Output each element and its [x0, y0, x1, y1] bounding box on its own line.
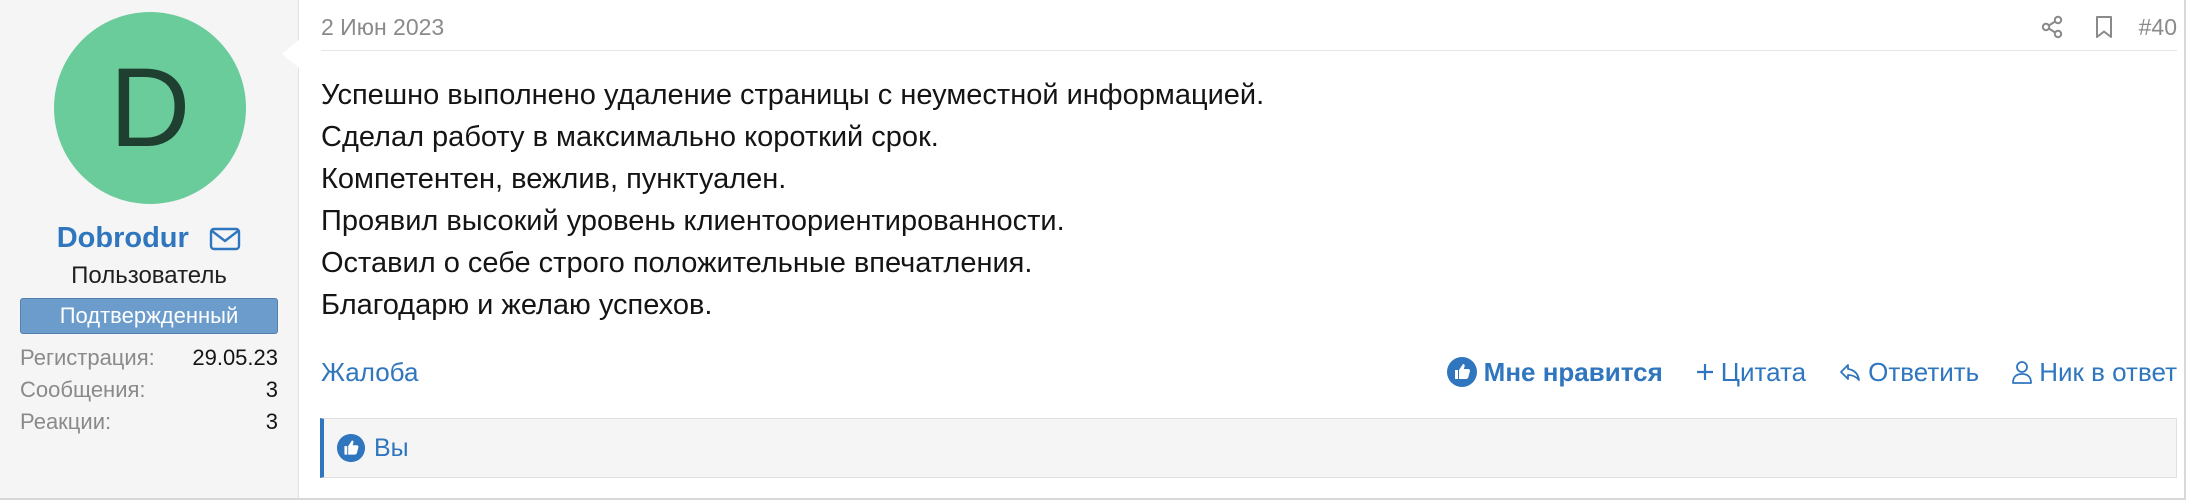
quote-button[interactable]: Цитата: [1695, 357, 1806, 388]
reactions-text[interactable]: Вы: [374, 434, 409, 463]
post-text-line: Оставил о себе строго положительные впеч…: [321, 247, 1033, 279]
user-icon: [2012, 361, 2033, 384]
post-header: 2 Июн 2023 #40: [321, 10, 2177, 51]
stat-label: Реакции:: [20, 409, 112, 434]
user-stats: Регистрация: 29.05.23 Сообщения: 3 Реакц…: [20, 342, 278, 438]
report-link[interactable]: Жалоба: [321, 352, 418, 392]
thumbs-up-icon: [336, 433, 366, 463]
username-link[interactable]: Dobrodur: [57, 222, 189, 254]
stat-registration: Регистрация: 29.05.23: [20, 342, 278, 374]
post-text-line: Проявил высокий уровень клиентоориентиро…: [321, 205, 1065, 237]
post-footer: Жалоба Мне нравится Цитата Ответить Ник …: [321, 352, 2177, 392]
stat-label: Сообщения:: [20, 377, 146, 402]
stat-messages: Сообщения: 3: [20, 374, 278, 406]
quote-label: Цитата: [1720, 356, 1807, 387]
stat-value: 3: [265, 409, 278, 434]
stat-value: 3: [265, 377, 278, 402]
post-text-line: Компетентен, вежлив, пунктуален.: [321, 163, 787, 195]
plus-icon: [1696, 364, 1713, 380]
avatar[interactable]: D: [54, 12, 246, 204]
mention-label: Ник в ответ: [2039, 356, 2177, 387]
stat-label: Регистрация:: [20, 345, 155, 370]
share-icon[interactable]: [2039, 14, 2065, 40]
post-text-line: Благодарю и желаю успехов.: [321, 289, 713, 321]
envelope-icon[interactable]: [209, 227, 241, 251]
post-actions: Мне нравится Цитата Ответить Ник в ответ: [1414, 352, 2177, 392]
reply-label: Ответить: [1868, 356, 1980, 387]
stat-value: 29.05.23: [192, 345, 278, 370]
reply-button[interactable]: Ответить: [1838, 357, 1979, 388]
mention-button[interactable]: Ник в ответ: [2011, 357, 2177, 388]
post-number-link[interactable]: #40: [2139, 14, 2177, 41]
post-text-line: Сделал работу в максимально короткий сро…: [321, 121, 939, 153]
message-post: D Dobrodur Пользователь Подтвержденный Р…: [0, 0, 2186, 500]
thumbs-up-icon: [1446, 357, 1477, 387]
like-label: Мне нравится: [1483, 356, 1663, 387]
username-row: Dobrodur: [0, 222, 298, 255]
user-title: Пользователь: [71, 262, 227, 289]
reactions-bar[interactable]: Вы: [320, 418, 2177, 478]
post-body: Успешно выполнено удаление страницы с не…: [321, 74, 1264, 326]
stat-reactions: Реакции: 3: [20, 406, 278, 438]
post-pointer: [282, 40, 299, 68]
post-header-actions: #40: [2013, 10, 2177, 44]
reply-icon: [1840, 364, 1860, 381]
user-banner: Подтвержденный: [20, 298, 278, 334]
post-text-line: Успешно выполнено удаление страницы с не…: [321, 79, 1265, 111]
like-button[interactable]: Мне нравится: [1446, 356, 1663, 388]
user-sidebar: D Dobrodur Пользователь Подтвержденный Р…: [0, 0, 299, 498]
post-date[interactable]: 2 Июн 2023: [321, 14, 444, 41]
bookmark-icon[interactable]: [2091, 14, 2117, 40]
